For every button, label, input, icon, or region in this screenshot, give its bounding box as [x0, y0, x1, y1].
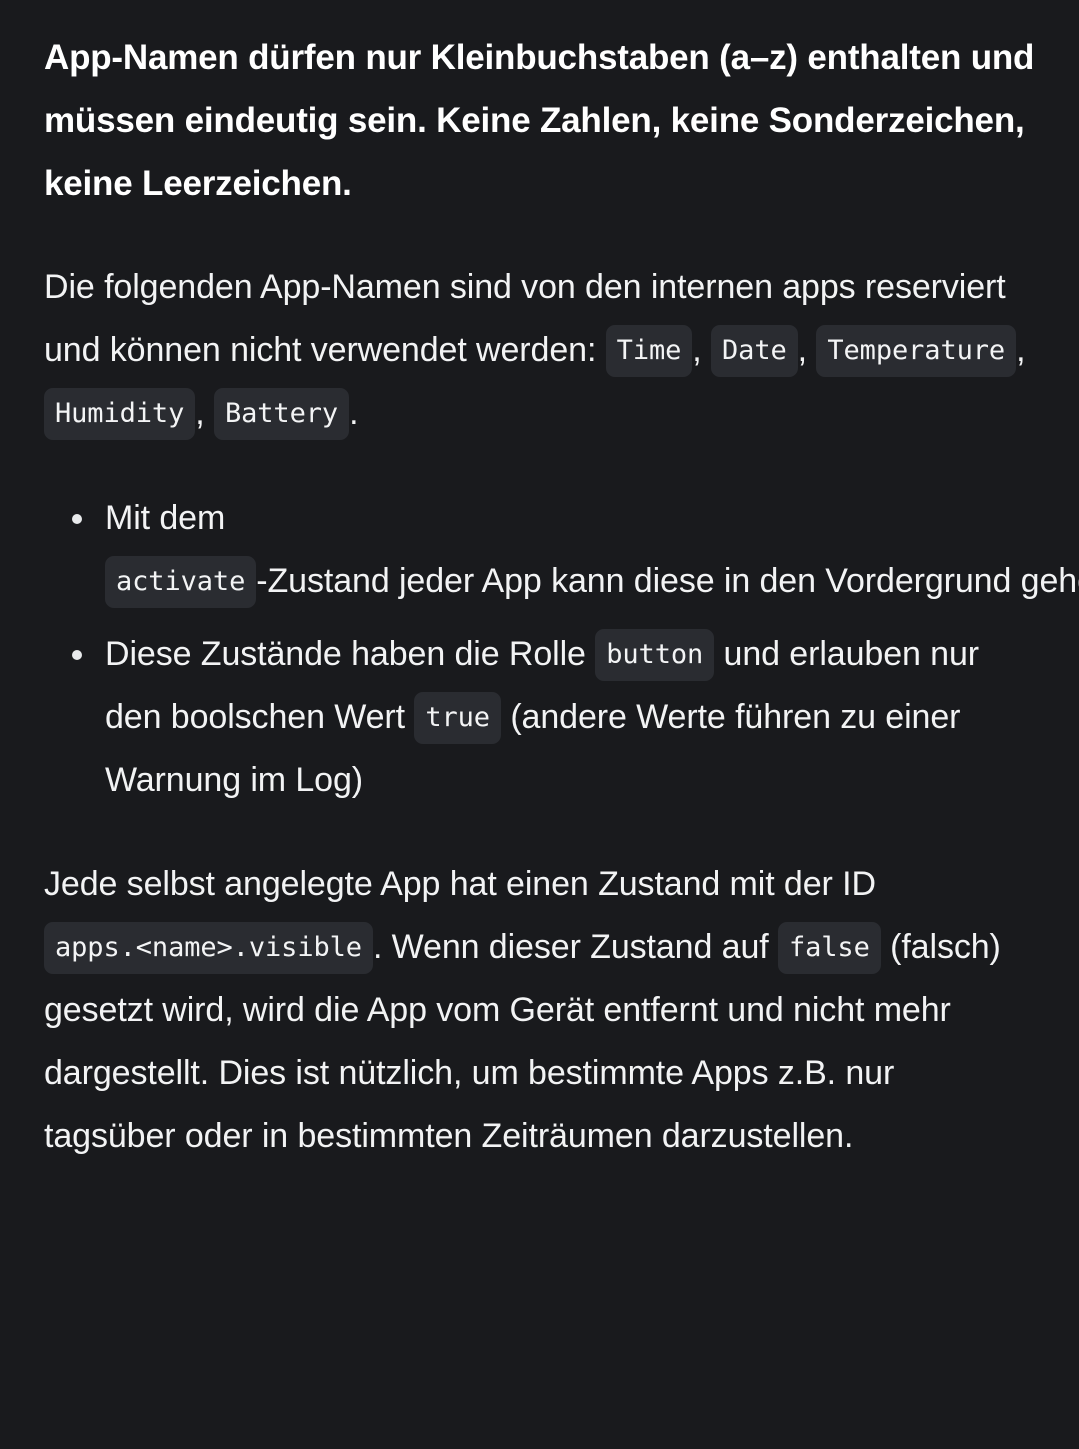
bullet-code-group: activate -Zustand jeder App kann diese in…: [105, 556, 1079, 608]
code-chip-battery: Battery: [213, 388, 350, 440]
list-item: Diese Zustände haben die Rolle button un…: [44, 623, 1035, 812]
list-separator: ,: [195, 394, 205, 432]
code-chip-false: false: [777, 922, 881, 974]
bullet-text-before: Diese Zustände haben die Rolle: [105, 635, 586, 673]
code-chip-humidity: Humidity: [44, 388, 196, 440]
list-separator: ,: [797, 331, 807, 369]
visible-text-part1: Jede selbst angelegte App hat einen Zust…: [44, 865, 876, 903]
list-separator: ,: [692, 331, 702, 369]
bullet-dot-icon: [72, 514, 82, 524]
list-item: Mit dem activate -Zustand jeder App kann …: [44, 487, 1079, 613]
list-separator: ,: [1016, 331, 1026, 369]
visible-state-paragraph: Jede selbst angelegte App hat einen Zust…: [44, 853, 1035, 1168]
bullet-text-after: -Zustand jeder App kann diese in den Vor…: [256, 562, 1079, 600]
lead-paragraph: App-Namen dürfen nur Kleinbuchstaben (a–…: [44, 38, 1035, 203]
bullet-text-before: Mit dem: [105, 499, 226, 537]
document-page: App-Namen dürfen nur Kleinbuchstaben (a–…: [0, 0, 1079, 1198]
bullet-list: Mit dem activate -Zustand jeder App kann …: [44, 487, 1079, 812]
list-terminator: .: [349, 394, 359, 432]
reserved-names-paragraph: Die folgenden App-Namen sind von den int…: [44, 256, 1035, 445]
reserved-name-item: Humidity,: [44, 388, 205, 440]
code-chip-date: Date: [711, 325, 798, 377]
reserved-name-item: Battery.: [213, 388, 359, 440]
reserved-name-item: Time,: [605, 325, 702, 377]
bullet-dot-icon: [72, 650, 82, 660]
code-chip-button: button: [595, 629, 715, 681]
code-chip-apps-name-visible: apps.<name>.visible: [44, 922, 373, 974]
visible-code-group: apps.<name>.visible. Wenn dieser Zustand…: [44, 922, 769, 974]
reserved-name-item: Date,: [711, 325, 807, 377]
visible-text-part2: . Wenn dieser Zustand auf: [372, 928, 769, 966]
code-chip-activate: activate: [105, 556, 257, 608]
code-chip-temperature: Temperature: [816, 325, 1017, 377]
code-chip-time: Time: [605, 325, 693, 377]
code-chip-true: true: [414, 692, 501, 744]
reserved-name-item: Temperature,: [816, 325, 1026, 377]
